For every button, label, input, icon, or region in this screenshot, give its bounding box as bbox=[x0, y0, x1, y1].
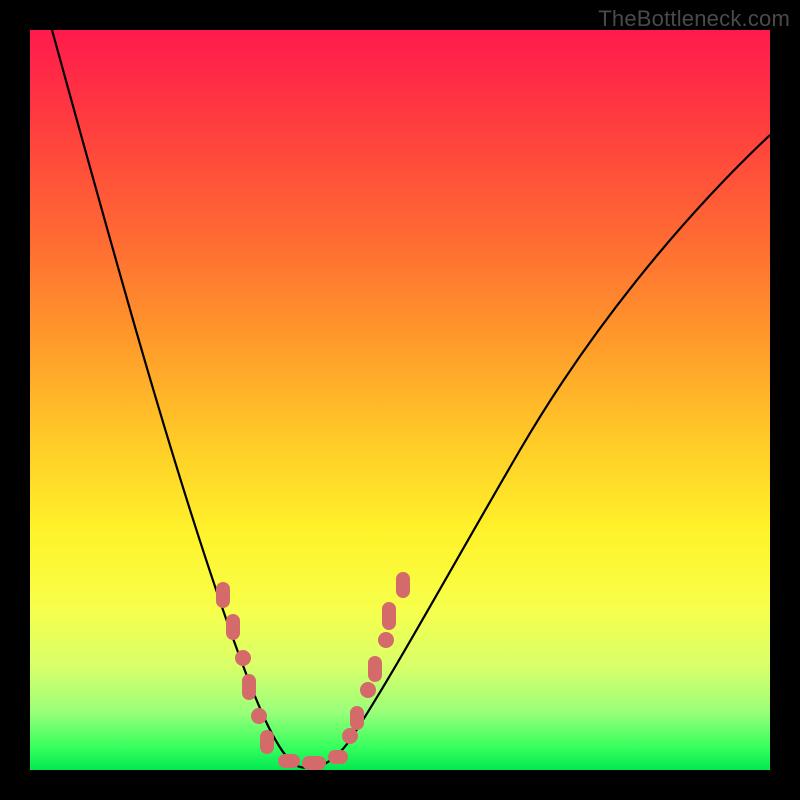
watermark-text: TheBottleneck.com bbox=[598, 6, 790, 32]
bottleneck-curve-svg bbox=[30, 30, 770, 770]
outer-frame: TheBottleneck.com bbox=[0, 0, 800, 800]
plot-area bbox=[30, 30, 770, 770]
bottleneck-curve-path bbox=[52, 30, 770, 768]
